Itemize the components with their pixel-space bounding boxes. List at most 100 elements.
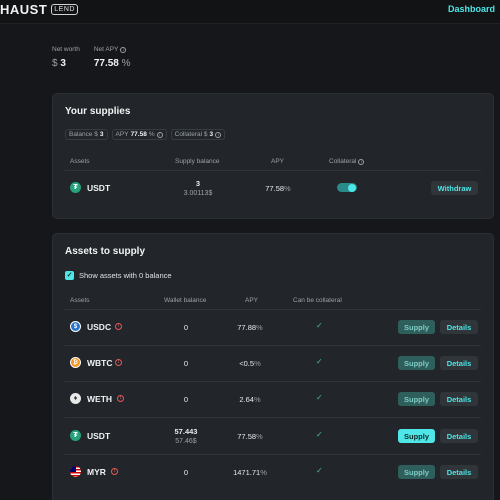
- info-icon[interactable]: i: [120, 46, 127, 53]
- divider: [65, 454, 481, 455]
- col-assets: Assets: [70, 297, 90, 304]
- net-worth-currency: $: [52, 58, 58, 69]
- warning-icon[interactable]: !: [115, 359, 122, 366]
- weth-icon: ♦: [70, 393, 81, 404]
- collateral-chip: Collateral $ 3 i: [170, 129, 226, 140]
- usdt-icon: ₮: [70, 182, 81, 193]
- supplies-chips: Balance $ 3 APY 77.58 % i Collateral $ 3…: [65, 129, 226, 140]
- net-apy-value-wrap: 77.58 %: [94, 58, 131, 69]
- divider: [65, 170, 481, 171]
- assets-to-supply-card: Assets to supply ✓ Show assets with 0 ba…: [52, 233, 494, 500]
- wbtc-icon: ₿: [70, 357, 81, 368]
- col-assets: Assets: [70, 158, 90, 165]
- net-apy-stat: Net APY i 77.58 %: [94, 46, 131, 69]
- apy-chip-unit: %: [148, 131, 155, 138]
- supply-apy-unit: %: [284, 184, 291, 193]
- check-icon: ✓: [316, 357, 323, 366]
- assets-to-supply-title: Assets to supply: [65, 246, 146, 257]
- supply-button[interactable]: Supply: [398, 392, 435, 406]
- supply-apy-value: 77.58: [265, 184, 285, 193]
- asset-symbol: USDT: [87, 431, 111, 441]
- divider: [65, 417, 481, 418]
- asset-symbol: WETH: [87, 394, 113, 404]
- asset-apy: 77.88%: [225, 323, 275, 332]
- asset-apy: <0.5%: [225, 359, 275, 368]
- nav-dashboard-link[interactable]: Dashboard: [448, 4, 495, 14]
- asset-apy-unit: %: [254, 359, 261, 368]
- wallet-balance: 0: [183, 359, 189, 368]
- col-apy: APY: [271, 158, 285, 165]
- details-button[interactable]: Details: [440, 356, 478, 370]
- wallet-balance: 0: [183, 395, 189, 404]
- warning-icon[interactable]: !: [115, 323, 122, 330]
- asset-apy-value: 1471.71: [233, 468, 261, 477]
- supply-balance-usd: 3.00113$: [183, 190, 213, 197]
- asset-apy: 2.64%: [225, 395, 275, 404]
- net-apy-label: Net APY: [93, 46, 119, 53]
- divider: [65, 345, 481, 346]
- asset-symbol: WBTC: [87, 358, 113, 368]
- wallet-balance: 0: [183, 323, 189, 332]
- net-apy-unit: %: [121, 58, 131, 69]
- supply-balance-value: 3: [195, 179, 201, 188]
- supply-button[interactable]: Supply: [398, 465, 435, 479]
- apy-chip-value: 77.58: [130, 131, 147, 138]
- details-button[interactable]: Details: [440, 429, 478, 443]
- asset-apy-unit: %: [260, 468, 267, 477]
- net-worth-label: Net worth: [52, 46, 80, 53]
- collateral-chip-value: 3: [209, 131, 214, 138]
- net-apy-value: 77.58: [93, 58, 119, 69]
- usdt-icon: ₮: [70, 430, 81, 441]
- asset-apy-value: 2.64: [239, 395, 254, 404]
- warning-icon[interactable]: !: [111, 468, 118, 475]
- balance-chip-value: 3: [99, 131, 104, 138]
- details-button[interactable]: Details: [440, 392, 478, 406]
- supply-button[interactable]: Supply: [398, 429, 435, 443]
- show-zero-balance-label[interactable]: Show assets with 0 balance: [79, 271, 172, 280]
- toggle-knob: [348, 183, 356, 192]
- check-icon: ✓: [316, 393, 323, 402]
- balance-chip: Balance $ 3: [65, 129, 108, 140]
- net-worth-value: 3: [60, 58, 66, 69]
- withdraw-button[interactable]: Withdraw: [431, 181, 478, 195]
- col-collateral: Collateral: [329, 158, 357, 165]
- info-icon[interactable]: i: [156, 131, 163, 138]
- apy-chip: APY 77.58 % i: [111, 129, 167, 140]
- check-icon: ✓: [316, 430, 323, 439]
- wallet-balance: 0: [183, 468, 189, 477]
- divider: [65, 381, 481, 382]
- your-supplies-title: Your supplies: [65, 106, 131, 117]
- show-zero-balance-checkbox[interactable]: ✓: [65, 271, 74, 280]
- asset-apy-unit: %: [256, 323, 263, 332]
- asset-apy-value: 77.58: [237, 432, 257, 441]
- wallet-balance-usd: 57.46$: [175, 438, 197, 445]
- stats-summary: Net worth $ 3 Net APY i 77.58 %: [52, 46, 131, 69]
- balance-chip-label: Balance $: [69, 131, 98, 138]
- details-button[interactable]: Details: [440, 465, 478, 479]
- myr-flag-icon: [70, 466, 81, 477]
- logo[interactable]: HAUST LEND: [0, 2, 78, 17]
- supply-button[interactable]: Supply: [398, 356, 435, 370]
- asset-symbol: USDT: [87, 183, 111, 193]
- check-icon: ✓: [316, 466, 323, 475]
- asset-apy-unit: %: [256, 432, 263, 441]
- supply-button[interactable]: Supply: [398, 320, 435, 334]
- asset-apy-unit: %: [253, 395, 261, 404]
- supply-balance: 3 3.00113$: [163, 179, 233, 197]
- info-icon[interactable]: i: [358, 158, 365, 165]
- col-can-be-collateral: Can be collateral: [293, 297, 342, 304]
- logo-text: HAUST: [0, 2, 48, 17]
- col-wallet-balance: Wallet balance: [164, 297, 207, 304]
- net-apy-label-wrap: Net APY i: [94, 46, 131, 53]
- collateral-toggle[interactable]: [337, 183, 357, 192]
- warning-icon[interactable]: !: [117, 395, 124, 402]
- asset-apy: 77.58%: [225, 432, 275, 441]
- info-icon[interactable]: i: [215, 131, 222, 138]
- usdc-icon: $: [70, 321, 81, 332]
- supply-apy: 77.58%: [253, 184, 303, 193]
- top-bar: HAUST LEND Dashboard: [0, 0, 500, 24]
- col-supply-balance: Supply balance: [175, 158, 220, 165]
- your-supplies-card: Your supplies Balance $ 3 APY 77.58 % i …: [52, 93, 494, 219]
- details-button[interactable]: Details: [440, 320, 478, 334]
- logo-badge: LEND: [51, 4, 78, 15]
